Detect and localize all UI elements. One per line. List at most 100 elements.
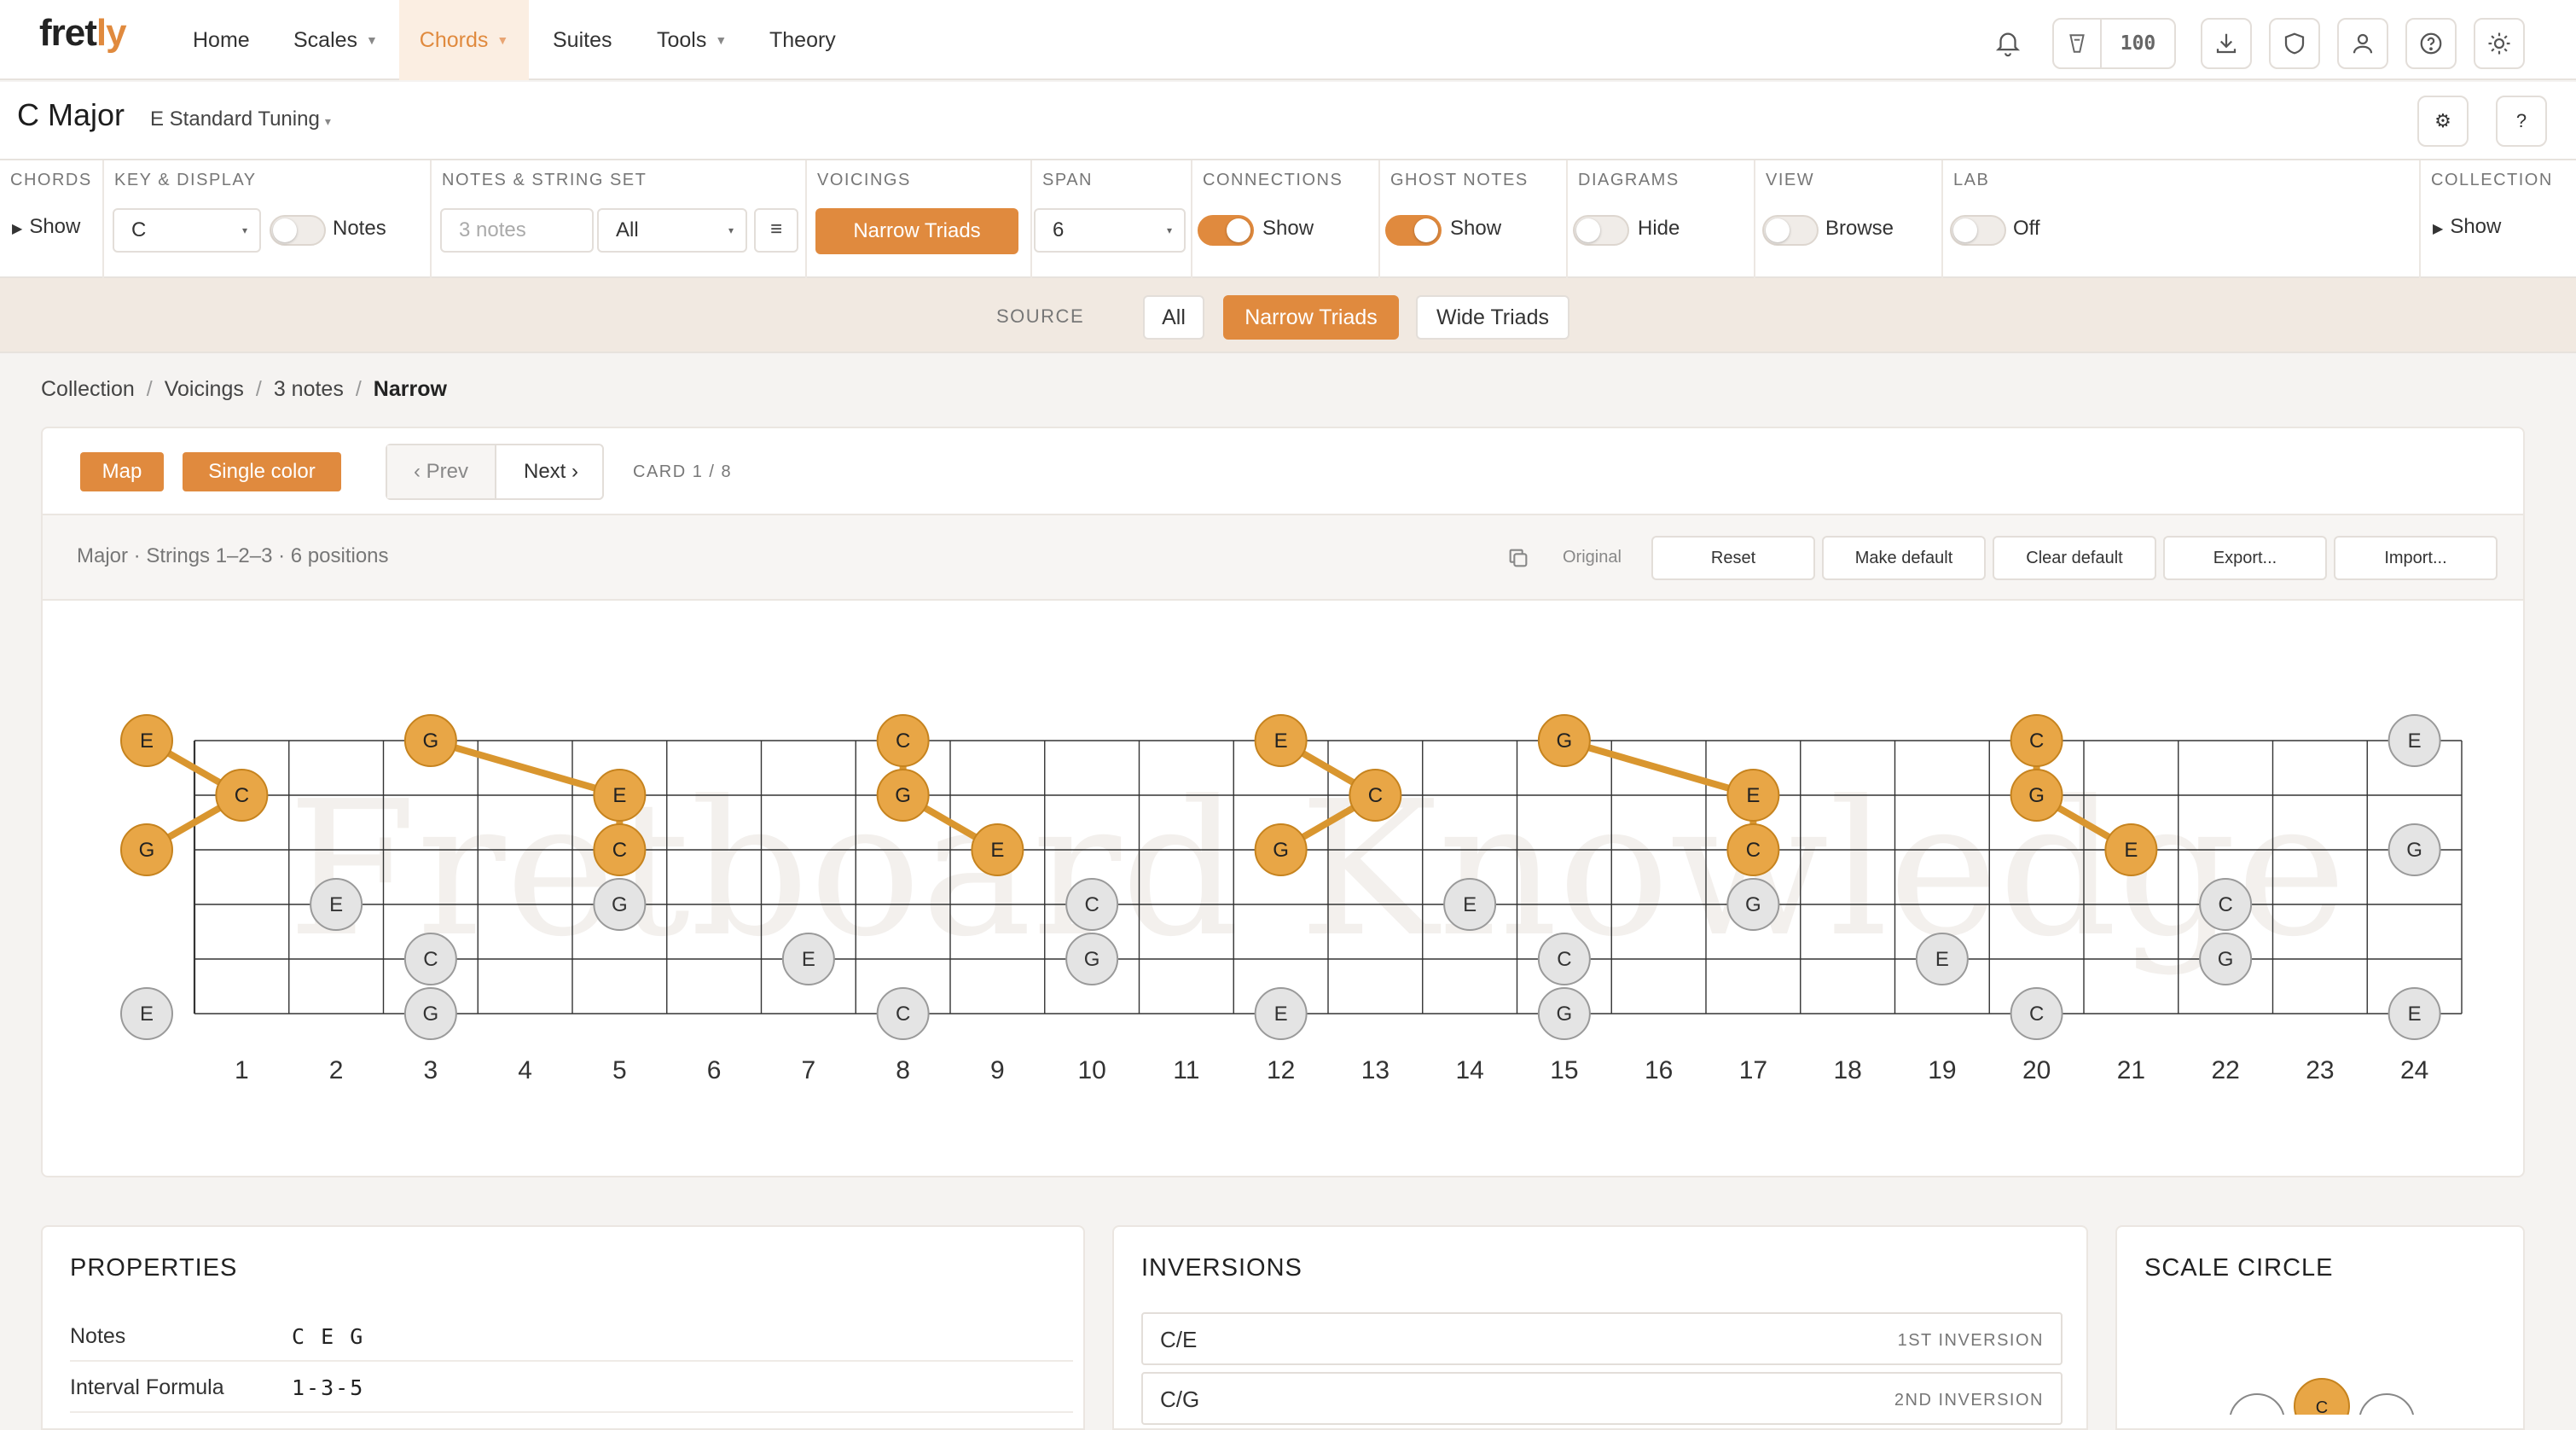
nav-theory[interactable]: Theory (769, 0, 836, 80)
voicing-note[interactable]: C (2010, 714, 2063, 767)
source-chip-wide-triads[interactable]: Wide Triads (1416, 295, 1569, 340)
property-value: C E G (292, 1324, 365, 1349)
account-button[interactable] (2337, 18, 2388, 69)
ghost-note[interactable]: G (1726, 878, 1780, 931)
lab-toggle[interactable] (1950, 215, 2006, 246)
map-button[interactable]: Map (80, 452, 164, 491)
help-button[interactable] (2405, 18, 2457, 69)
nav-tools[interactable]: Tools ▼ (657, 0, 727, 80)
notifications-button[interactable] (1982, 18, 2034, 69)
voicing-note-label: E (140, 730, 154, 753)
app-logo[interactable]: fretly (39, 12, 127, 55)
make-default-button[interactable]: Make default (1822, 536, 1986, 580)
export-button[interactable]: Export... (2163, 536, 2327, 580)
ghost-note[interactable]: E (2387, 987, 2441, 1040)
copy-icon[interactable] (1506, 546, 1530, 570)
inversion-item[interactable]: C/G 2ND INVERSION (1141, 1372, 2063, 1425)
credits-counter[interactable]: 100 (2052, 18, 2176, 69)
ghost-note[interactable]: E (1915, 933, 1969, 985)
download-button[interactable] (2201, 18, 2252, 69)
next-button[interactable]: Next › (498, 445, 604, 498)
voicing-note[interactable]: G (876, 769, 930, 822)
span-select[interactable]: 6 ▾ (1034, 208, 1186, 253)
breadcrumb-notes[interactable]: 3 notes (274, 377, 344, 401)
ghost-note-label: E (802, 948, 815, 971)
view-toggle[interactable] (1762, 215, 1819, 246)
string-set-select[interactable]: All ▾ (597, 208, 747, 253)
voicing-note[interactable]: C (1726, 823, 1780, 876)
source-chip-narrow-triads[interactable]: Narrow Triads (1223, 295, 1399, 340)
voicing-note[interactable]: G (1537, 714, 1591, 767)
prev-button[interactable]: ‹ Prev (387, 445, 496, 498)
nav-home[interactable]: Home (193, 0, 250, 80)
diagrams-toggle[interactable] (1573, 215, 1629, 246)
ghost-note[interactable]: C (403, 933, 457, 985)
voicing-note[interactable]: E (2104, 823, 2158, 876)
voicing-note[interactable]: E (593, 769, 647, 822)
ghost-note[interactable]: C (2199, 878, 2253, 931)
privacy-button[interactable] (2269, 18, 2320, 69)
voicing-note[interactable]: C (876, 714, 930, 767)
breadcrumb-voicings[interactable]: Voicings (165, 377, 244, 401)
breadcrumb: Collection / Voicings/3 notes / Narrow (41, 377, 447, 401)
property-key: Interval Formula (70, 1375, 224, 1399)
voicing-note[interactable]: E (971, 823, 1024, 876)
voicing-note[interactable]: C (1349, 769, 1402, 822)
fret-number: 16 (1645, 1056, 1673, 1084)
import-button[interactable]: Import... (2334, 536, 2498, 580)
string-set-menu-button[interactable]: ≡ (754, 208, 798, 253)
ghost-note[interactable]: E (1443, 878, 1497, 931)
voicing-note[interactable]: E (1726, 769, 1780, 822)
ghost-note[interactable]: C (2010, 987, 2063, 1040)
voicing-note[interactable]: C (593, 823, 647, 876)
voicing-note[interactable]: C (215, 769, 269, 822)
collection-show-toggle[interactable]: ▶ Show (2433, 215, 2501, 239)
chords-show-toggle[interactable]: ▶ Show (12, 215, 80, 239)
scale-node[interactable] (2229, 1393, 2285, 1415)
ghost-note[interactable]: E (2387, 714, 2441, 767)
ghost-note[interactable]: C (1065, 878, 1119, 931)
ghost-notes-toggle[interactable] (1385, 215, 1442, 246)
inversion-item[interactable]: C/E 1ST INVERSION (1141, 1312, 2063, 1365)
connections-toggle[interactable] (1198, 215, 1254, 246)
voicings-button[interactable]: Narrow Triads (815, 208, 1018, 254)
scale-node[interactable] (2358, 1393, 2415, 1415)
voicing-note[interactable]: E (120, 714, 173, 767)
voicing-note[interactable]: E (1254, 714, 1308, 767)
ghost-note[interactable]: G (2199, 933, 2253, 985)
ghost-note[interactable]: G (1537, 987, 1591, 1040)
ghost-note[interactable]: E (310, 878, 363, 931)
key-select[interactable]: C ▾ (113, 208, 261, 253)
ghost-note[interactable]: E (781, 933, 835, 985)
ghost-note[interactable]: G (2387, 823, 2441, 876)
notes-toggle[interactable] (270, 215, 326, 246)
voicing-note-label: C (1368, 784, 1383, 807)
single-color-button[interactable]: Single color (183, 452, 341, 491)
ghost-note-label: G (1557, 1003, 1573, 1026)
page-help-button[interactable]: ? (2496, 96, 2547, 147)
nav-chords[interactable]: Chords ▼ (399, 0, 529, 80)
ghost-note[interactable]: C (876, 987, 930, 1040)
source-chip-all[interactable]: All (1143, 295, 1204, 340)
ghost-note[interactable]: G (403, 987, 457, 1040)
voicing-note[interactable]: G (1254, 823, 1308, 876)
tuning-selector[interactable]: E Standard Tuning ▾ (150, 108, 331, 131)
fret-number: 3 (424, 1056, 438, 1084)
reset-button[interactable]: Reset (1651, 536, 1815, 580)
voicing-note[interactable]: G (120, 823, 173, 876)
breadcrumb-collection[interactable]: Collection (41, 377, 135, 401)
voicing-note[interactable]: G (403, 714, 457, 767)
notes-count-input[interactable]: 3 notes (440, 208, 594, 253)
nav-suites[interactable]: Suites (553, 0, 612, 80)
ghost-note[interactable]: C (1537, 933, 1591, 985)
voicing-note[interactable]: G (2010, 769, 2063, 822)
collection-group: COLLECTION ▶ Show (2421, 160, 2576, 278)
nav-scales[interactable]: Scales ▼ (293, 0, 378, 80)
ghost-note[interactable]: E (1254, 987, 1308, 1040)
settings-button[interactable]: ⚙ (2417, 96, 2469, 147)
ghost-note[interactable]: G (593, 878, 647, 931)
ghost-note[interactable]: E (120, 987, 173, 1040)
theme-toggle-button[interactable] (2474, 18, 2525, 69)
ghost-note[interactable]: G (1065, 933, 1119, 985)
clear-default-button[interactable]: Clear default (1993, 536, 2156, 580)
